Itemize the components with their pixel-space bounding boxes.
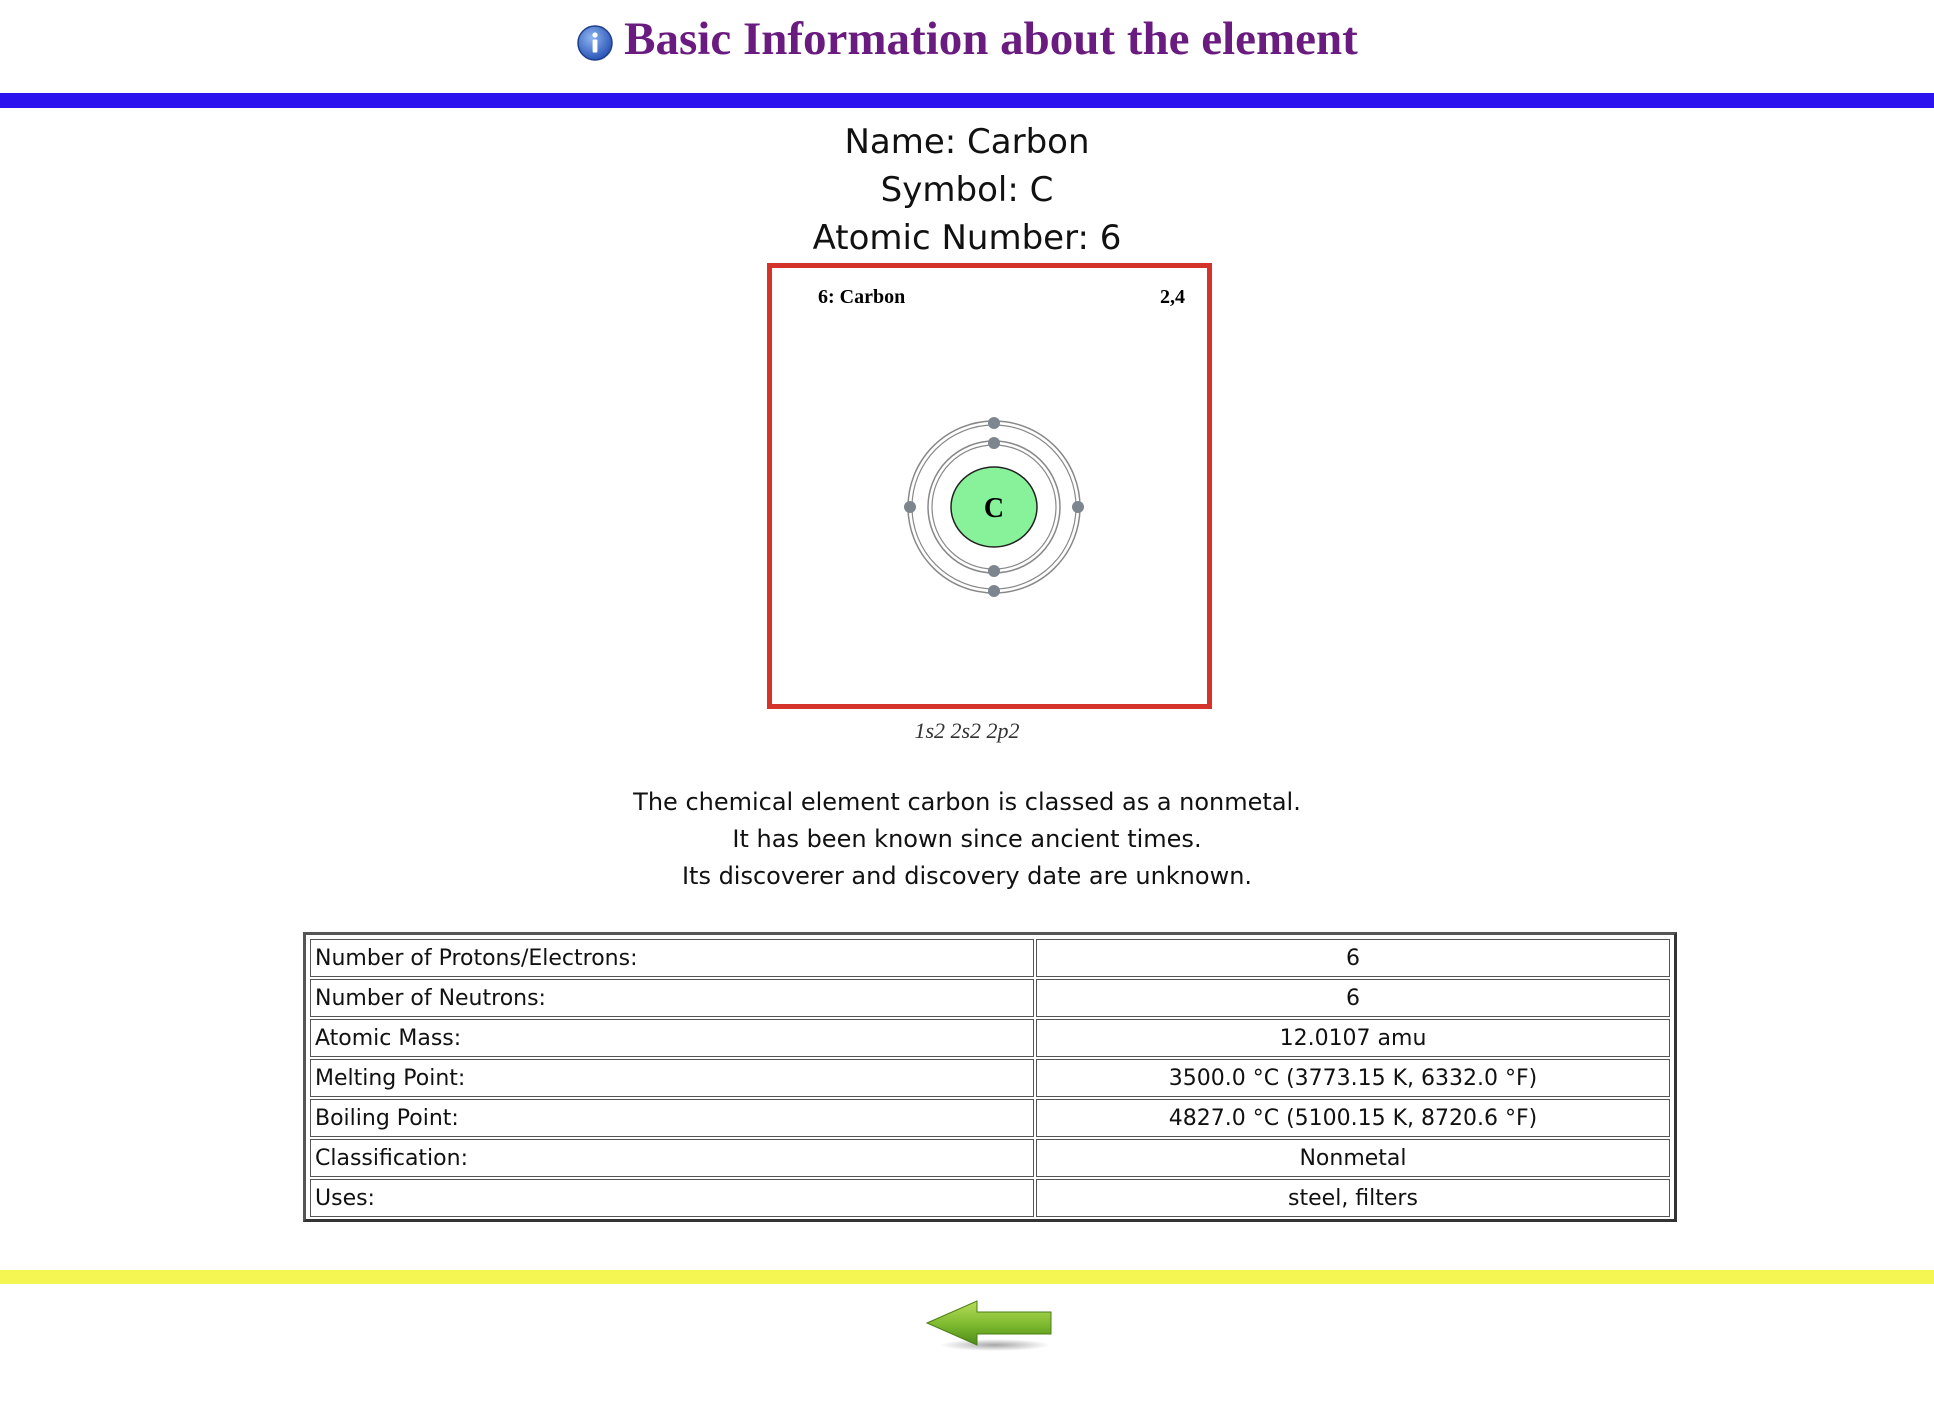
header-divider (0, 93, 1934, 108)
footer-divider (0, 1270, 1934, 1284)
nucleus-symbol: C (984, 493, 1004, 524)
property-label: Boiling Point: (310, 1099, 1034, 1137)
element-facts: Name: Carbon Symbol: C Atomic Number: 6 (0, 118, 1934, 262)
property-label: Classification: (310, 1139, 1034, 1177)
properties-table: Number of Protons/Electrons: 6 Number of N… (303, 932, 1677, 1222)
property-label: Atomic Mass: (310, 1019, 1034, 1057)
property-label: Number of Protons/Electrons: (310, 939, 1034, 977)
description-line: The chemical element carbon is classed a… (633, 788, 1301, 816)
element-atomic-number: Atomic Number: 6 (812, 218, 1122, 258)
property-label: Number of Neutrons: (310, 979, 1034, 1017)
table-row: Atomic Mass: 12.0107 amu (310, 1019, 1670, 1057)
property-label: Uses: (310, 1179, 1034, 1217)
bohr-diagram: 6: Carbon 2,4 C (767, 263, 1212, 709)
property-value: 6 (1036, 939, 1670, 977)
page-header: Basic Information about the element (0, 0, 1934, 78)
property-value: 4827.0 °C (5100.15 K, 8720.6 °F) (1036, 1099, 1670, 1137)
property-value: 12.0107 amu (1036, 1019, 1670, 1057)
description-line: Its discoverer and discovery date are un… (681, 862, 1253, 890)
table-row: Uses: steel, filters (310, 1179, 1670, 1217)
bohr-model: C (904, 417, 1084, 597)
element-symbol: Symbol: C (880, 170, 1054, 210)
electron (988, 417, 1000, 429)
description-line: It has been known since ancient times. (732, 825, 1202, 853)
back-button[interactable] (925, 1295, 1055, 1353)
element-name: Name: Carbon (844, 122, 1090, 162)
table-row: Classification: Nonmetal (310, 1139, 1670, 1177)
property-value: 3500.0 °C (3773.15 K, 6332.0 °F) (1036, 1059, 1670, 1097)
electron (988, 437, 1000, 449)
property-value: Nonmetal (1036, 1139, 1670, 1177)
property-value: steel, filters (1036, 1179, 1670, 1217)
property-label: Melting Point: (310, 1059, 1034, 1097)
electron (904, 501, 916, 513)
table-row: Boiling Point: 4827.0 °C (5100.15 K, 8720… (310, 1099, 1670, 1137)
property-value: 6 (1036, 979, 1670, 1017)
electron (988, 565, 1000, 577)
page-title-text: Basic Information about the element (624, 13, 1358, 65)
electron (988, 585, 1000, 597)
info-icon (576, 20, 614, 61)
electron (1072, 501, 1084, 513)
electron-configuration: 1s2 2s2 2p2 (914, 718, 1020, 743)
table-row: Melting Point: 3500.0 °C (3773.15 K, 6332… (310, 1059, 1670, 1097)
back-arrow-icon (925, 1300, 1052, 1351)
page-title: Basic Information about the element (576, 12, 1358, 66)
element-description: The chemical element carbon is classed a… (0, 784, 1934, 895)
table-row: Number of Protons/Electrons: 6 (310, 939, 1670, 977)
table-row: Number of Neutrons: 6 (310, 979, 1670, 1017)
